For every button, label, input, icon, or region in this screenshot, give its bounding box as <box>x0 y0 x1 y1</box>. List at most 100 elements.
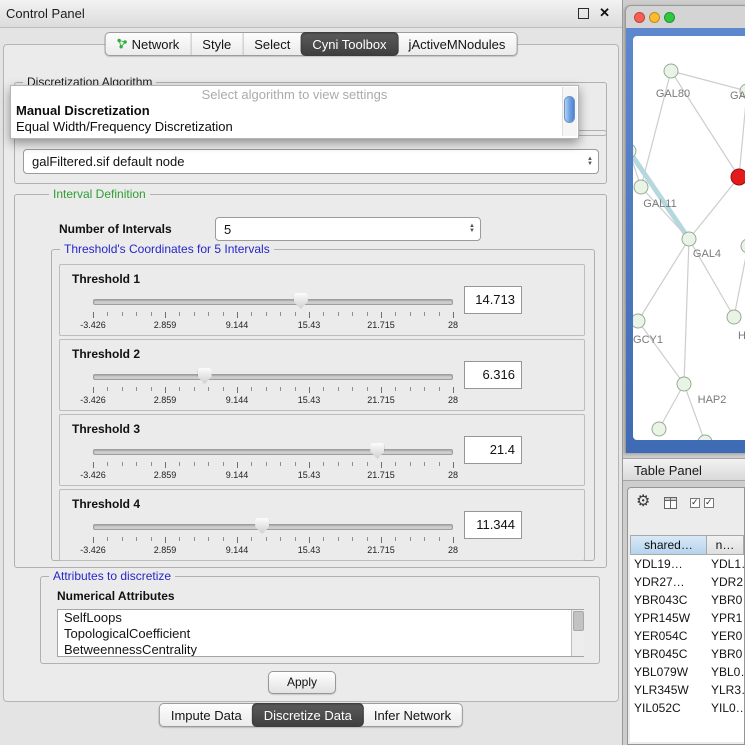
attributes-scrollbar[interactable] <box>571 610 584 656</box>
popup-prompt: Select algorithm to view settings <box>11 87 578 102</box>
popup-scroll-thumb[interactable] <box>564 96 575 123</box>
close-traffic-light-icon[interactable] <box>634 12 645 23</box>
network-edge[interactable] <box>684 384 705 440</box>
network-node[interactable] <box>633 314 645 328</box>
network-node[interactable] <box>634 180 648 194</box>
network-node[interactable] <box>652 422 666 436</box>
table-row[interactable]: YLR345WYLR3… <box>630 681 744 699</box>
table-row[interactable]: YBL079WYBL0… <box>630 663 744 681</box>
network-edge[interactable] <box>671 71 739 177</box>
table-columns-icon[interactable] <box>664 496 677 514</box>
table-data-select[interactable]: galFiltered.sif default node ▲▼ <box>23 149 599 174</box>
network-edge[interactable] <box>633 151 689 239</box>
slider-tick-labels: -3.4262.8599.14415.4321.71528 <box>93 545 453 555</box>
apply-button[interactable]: Apply <box>268 671 336 694</box>
select-none-checkbox-icon[interactable]: ✓ <box>704 498 714 508</box>
table-cell: YER054C <box>634 627 687 645</box>
control-panel: Control Panel ✕ Network StyleSelectCyni T… <box>0 0 623 745</box>
slider-thumb[interactable] <box>370 443 384 459</box>
network-node[interactable] <box>731 169 745 185</box>
slider-thumb[interactable] <box>294 293 308 309</box>
tab-discretize-data[interactable]: Discretize Data <box>252 703 364 727</box>
panel-title: Control Panel <box>6 6 85 21</box>
minimize-traffic-light-icon[interactable] <box>649 12 660 23</box>
attribute-list-item[interactable]: TopologicalCoefficient <box>58 626 583 642</box>
network-edge[interactable] <box>641 187 689 239</box>
table-cell: YIL0… <box>711 699 744 717</box>
threshold-value-field[interactable]: 6.316 <box>464 361 522 389</box>
select-all-checkbox-icon[interactable]: ✓ <box>690 498 700 508</box>
number-of-intervals-value: 5 <box>224 222 231 237</box>
column-header-name[interactable]: n… <box>707 535 744 555</box>
tab-network[interactable]: Network <box>106 33 191 55</box>
table-panel-title: Table Panel <box>634 463 702 478</box>
network-node[interactable] <box>664 64 678 78</box>
float-window-icon[interactable] <box>578 8 589 19</box>
table-cell: YER0… <box>711 627 744 645</box>
network-edge[interactable] <box>638 239 689 321</box>
table-row[interactable]: YPR145WYPR1… <box>630 609 744 627</box>
network-node[interactable] <box>698 435 712 440</box>
table-cell: YBR043C <box>634 591 687 609</box>
table-cell: YBR0… <box>711 645 744 663</box>
attribute-list-item[interactable]: BetweennessCentrality <box>58 642 583 657</box>
zoom-traffic-light-icon[interactable] <box>664 12 675 23</box>
interval-definition-group: Interval Definition Number of Intervals … <box>14 194 607 568</box>
slider-ticks <box>93 462 453 468</box>
network-node[interactable] <box>727 310 741 324</box>
table-row[interactable]: YDL19…YDL1… <box>630 555 744 573</box>
slider-tick-labels: -3.4262.8599.14415.4321.71528 <box>93 320 453 330</box>
network-edge[interactable] <box>739 91 745 177</box>
app-root: Control Panel ✕ Network StyleSelectCyni T… <box>0 0 745 745</box>
control-panel-titlebar: Control Panel ✕ <box>0 0 622 28</box>
threshold-value-field[interactable]: 21.4 <box>464 436 522 464</box>
popup-item-manual-discretization[interactable]: Manual Discretization <box>16 103 150 118</box>
slider-ticks <box>93 312 453 318</box>
table-cell: YLR345W <box>634 681 689 699</box>
table-row[interactable]: YBR045CYBR0… <box>630 645 744 663</box>
tab-label: Network <box>132 37 180 52</box>
table-row[interactable]: YBR043CYBR0… <box>630 591 744 609</box>
network-edge[interactable] <box>659 384 684 429</box>
popup-item-equal-width-frequency[interactable]: Equal Width/Frequency Discretization <box>16 119 233 134</box>
tab-jactivemnodules[interactable]: jActiveMNodules <box>398 33 517 55</box>
threshold-value-field[interactable]: 11.344 <box>464 511 522 539</box>
tab-impute-data[interactable]: Impute Data <box>160 704 253 726</box>
table-cell: YPR1… <box>711 609 744 627</box>
number-of-intervals-select[interactable]: 5 ▲▼ <box>215 217 481 241</box>
gear-icon[interactable]: ⚙ <box>636 491 650 511</box>
attributes-scroll-thumb[interactable] <box>573 611 584 631</box>
close-icon[interactable]: ✕ <box>599 5 610 21</box>
threshold-slider[interactable]: -3.4262.8599.14415.4321.71528 <box>93 442 453 482</box>
network-canvas[interactable]: GAL80GAL11GAL4GCY1HHAP2GA <box>633 36 745 440</box>
table-row[interactable]: YIL052CYIL0… <box>630 699 744 717</box>
tab-select[interactable]: Select <box>242 33 301 55</box>
table-row[interactable]: YDR27…YDR2… <box>630 573 744 591</box>
network-edge[interactable] <box>734 246 745 317</box>
slider-track <box>93 374 453 380</box>
popup-scrollbar[interactable] <box>562 87 577 136</box>
table-cell: YDR27… <box>634 573 685 591</box>
slider-thumb[interactable] <box>198 368 212 384</box>
tab-infer-network[interactable]: Infer Network <box>363 704 462 726</box>
threshold-slider[interactable]: -3.4262.8599.14415.4321.71528 <box>93 292 453 332</box>
table-row[interactable]: YER054C YER0… <box>630 627 744 645</box>
threshold-value-field[interactable]: 14.713 <box>464 286 522 314</box>
combo-stepper-icon: ▲▼ <box>469 218 475 240</box>
network-node[interactable] <box>741 239 745 253</box>
column-header-shared[interactable]: shared… <box>630 535 707 555</box>
threshold-slider[interactable]: -3.4262.8599.14415.4321.71528 <box>93 517 453 557</box>
attribute-list-item[interactable]: SelfLoops <box>58 610 583 626</box>
network-node[interactable] <box>682 232 696 246</box>
tab-style[interactable]: Style <box>190 33 242 55</box>
network-edge[interactable] <box>689 177 739 239</box>
tab-cyni-toolbox[interactable]: Cyni Toolbox <box>300 32 398 56</box>
slider-thumb[interactable] <box>255 518 269 534</box>
network-edge[interactable] <box>684 239 689 384</box>
network-edge[interactable] <box>638 321 684 384</box>
network-node[interactable] <box>677 377 691 391</box>
threshold-slider[interactable]: -3.4262.8599.14415.4321.71528 <box>93 367 453 407</box>
network-node[interactable] <box>633 144 636 158</box>
table-window: ⚙ ✓ ✓ shared… n… YDL19…YDL1…YDR27…YDR2…Y… <box>627 487 745 745</box>
attributes-list[interactable]: SelfLoopsTopologicalCoefficientBetweenne… <box>57 609 584 657</box>
